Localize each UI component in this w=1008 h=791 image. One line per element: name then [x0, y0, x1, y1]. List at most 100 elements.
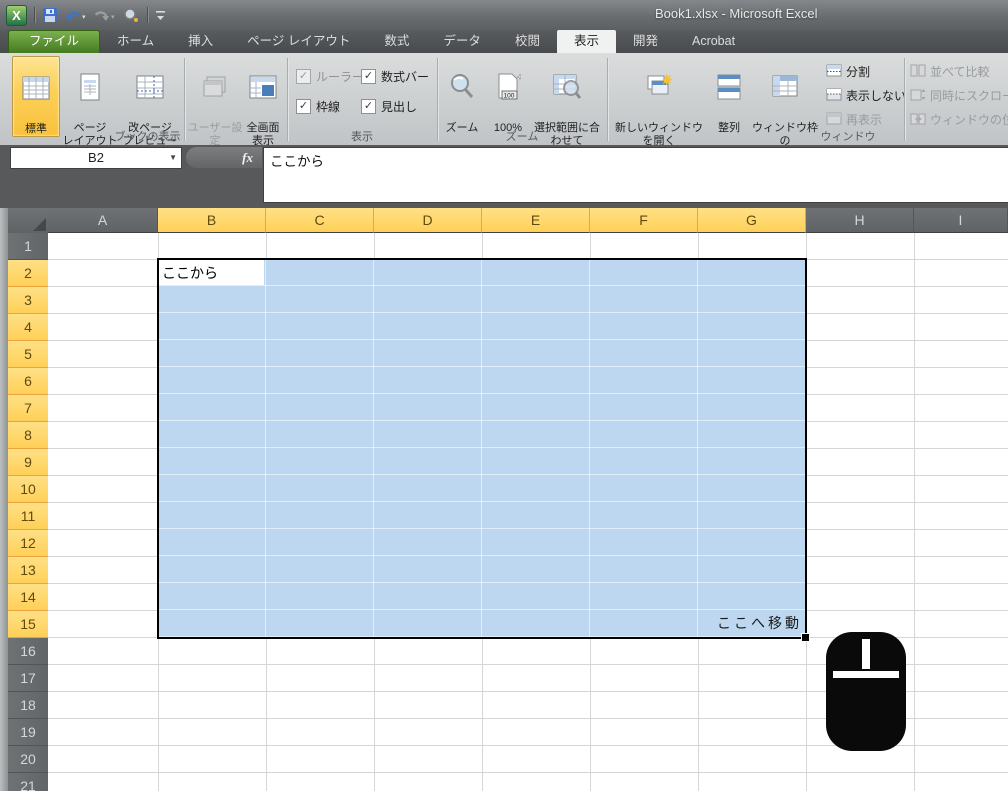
row-header-16[interactable]: 16 [8, 638, 48, 665]
row-header-13[interactable]: 13 [8, 557, 48, 584]
row-header-20[interactable]: 20 [8, 746, 48, 773]
split-button[interactable]: 分割 [826, 63, 904, 80]
row-header-9[interactable]: 9 [8, 449, 48, 476]
tab-page-layout[interactable]: ページ レイアウト [230, 30, 367, 53]
synchronous-scrolling-button[interactable]: 同時にスクロール [910, 87, 1008, 104]
row-header-1[interactable]: 1 [8, 233, 48, 260]
row-header-21[interactable]: 21 [8, 773, 48, 791]
gridline [481, 260, 482, 637]
row-header-15[interactable]: 15 [8, 611, 48, 638]
tab-view[interactable]: 表示 [557, 30, 616, 53]
name-box[interactable]: B2 ▼ [10, 147, 182, 169]
fill-handle[interactable] [801, 633, 810, 642]
row-header-2[interactable]: 2 [8, 260, 48, 287]
group-zoom: ズーム 100 100% 選択範囲に合わせて 拡大/縮小 ズーム [438, 53, 606, 145]
selection-range-b2-g15[interactable]: ここから ここへ移動 [157, 258, 807, 639]
group-label-book-views: ブックの表示 [8, 128, 287, 144]
column-header-c[interactable]: C [266, 208, 374, 233]
new-window-button[interactable]: 新しいウィンドウ を開く [614, 56, 704, 148]
insert-function-button[interactable]: fx [186, 147, 262, 168]
tab-review[interactable]: 校閲 [498, 30, 557, 53]
group-label-zoom: ズーム [438, 128, 606, 144]
unhide-button[interactable]: 再表示 [826, 111, 904, 128]
page-break-preview-icon [120, 72, 180, 106]
group-book-views: 標準 ページ レイアウト 改ページ プレビュー ユーザー設定 のビュー 全画面 … [8, 53, 287, 145]
tab-home[interactable]: ホーム [100, 30, 171, 53]
view-side-by-side-label: 並べて比較 [930, 63, 990, 80]
tab-file[interactable]: ファイル [8, 30, 100, 53]
column-header-i[interactable]: I [914, 208, 1008, 233]
reset-window-position-button[interactable]: ウィンドウの位置を [910, 111, 1008, 128]
svg-text:▾: ▾ [82, 14, 86, 21]
synchronous-scrolling-icon [910, 88, 926, 104]
zoom-button[interactable]: ズーム [440, 56, 484, 135]
active-cell-b2[interactable]: ここから [159, 260, 264, 285]
tab-acrobat[interactable]: Acrobat [675, 30, 752, 53]
row-header-19[interactable]: 19 [8, 719, 48, 746]
formula-bar-checkbox[interactable]: ✓ 数式バー [361, 68, 429, 85]
redo-icon[interactable]: ▾ [94, 7, 116, 23]
cell-g15[interactable]: ここへ移動 [690, 609, 803, 635]
column-header-b[interactable]: B [158, 208, 266, 233]
row-header-7[interactable]: 7 [8, 395, 48, 422]
arrange-all-button[interactable]: 整列 [708, 56, 750, 135]
zoom-100-button[interactable]: 100 100% [486, 56, 530, 135]
column-header-d[interactable]: D [374, 208, 482, 233]
row-header-4[interactable]: 4 [8, 314, 48, 341]
view-side-by-side-icon [910, 64, 926, 80]
formula-bar-zone: B2 ▼ fx ここから [0, 145, 1008, 208]
print-preview-icon[interactable] [123, 7, 140, 23]
ruler-checkbox[interactable]: ✓ ルーラー [296, 68, 364, 85]
split-label: 分割 [846, 63, 870, 80]
save-icon[interactable] [42, 7, 58, 23]
headings-label: 見出し [381, 98, 417, 115]
tab-insert[interactable]: 挿入 [171, 30, 230, 53]
formula-bar-input[interactable]: ここから [263, 147, 1008, 203]
mouse-wheel-icon [862, 639, 870, 669]
group-label-show: 表示 [288, 128, 436, 144]
hide-button[interactable]: 表示しない [826, 87, 904, 104]
select-all-button[interactable] [8, 208, 49, 234]
gridline [265, 260, 266, 637]
full-screen-icon [241, 72, 285, 106]
chevron-down-icon: ▼ [169, 148, 177, 168]
window-edge [0, 208, 8, 791]
hide-icon [826, 88, 842, 104]
column-header-g[interactable]: G [698, 208, 806, 233]
column-header-e[interactable]: E [482, 208, 590, 233]
tab-developer[interactable]: 開発 [616, 30, 675, 53]
row-header-11[interactable]: 11 [8, 503, 48, 530]
excel-window: X ▾ ▾ Book1.xlsx - Microsoft Excel ファイル [0, 0, 1008, 791]
ruler-label: ルーラー [316, 68, 364, 85]
freeze-panes-icon [752, 72, 818, 106]
row-header-5[interactable]: 5 [8, 341, 48, 368]
row-header-18[interactable]: 18 [8, 692, 48, 719]
gridlines-checkbox[interactable]: ✓ 枠線 [296, 98, 340, 115]
reset-window-position-icon [910, 112, 926, 128]
row-header-3[interactable]: 3 [8, 287, 48, 314]
tab-data[interactable]: データ [426, 30, 498, 53]
mouse-shape[interactable] [826, 632, 906, 751]
excel-logo-icon[interactable]: X [6, 5, 27, 26]
arrange-all-label: 整列 [718, 122, 740, 134]
row-header-12[interactable]: 12 [8, 530, 48, 557]
row-header-8[interactable]: 8 [8, 422, 48, 449]
row-header-10[interactable]: 10 [8, 476, 48, 503]
row-header-6[interactable]: 6 [8, 368, 48, 395]
row-header-17[interactable]: 17 [8, 665, 48, 692]
undo-icon[interactable]: ▾ [65, 7, 87, 23]
normal-view-button[interactable]: 標準 [12, 56, 60, 137]
row-header-14[interactable]: 14 [8, 584, 48, 611]
ribbon: 標準 ページ レイアウト 改ページ プレビュー ユーザー設定 のビュー 全画面 … [0, 53, 1008, 146]
column-header-a[interactable]: A [48, 208, 158, 233]
tab-formulas[interactable]: 数式 [367, 30, 426, 53]
headings-checkbox[interactable]: ✓ 見出し [361, 98, 417, 115]
view-side-by-side-button[interactable]: 並べて比較 [910, 63, 1008, 80]
gridlines-label: 枠線 [316, 98, 340, 115]
normal-view-icon [13, 73, 59, 107]
new-window-label: 新しいウィンドウ を開く [615, 122, 703, 147]
fx-icon: fx [242, 150, 253, 165]
column-header-f[interactable]: F [590, 208, 698, 233]
column-header-h[interactable]: H [806, 208, 914, 233]
customize-qat-icon[interactable] [155, 8, 167, 22]
